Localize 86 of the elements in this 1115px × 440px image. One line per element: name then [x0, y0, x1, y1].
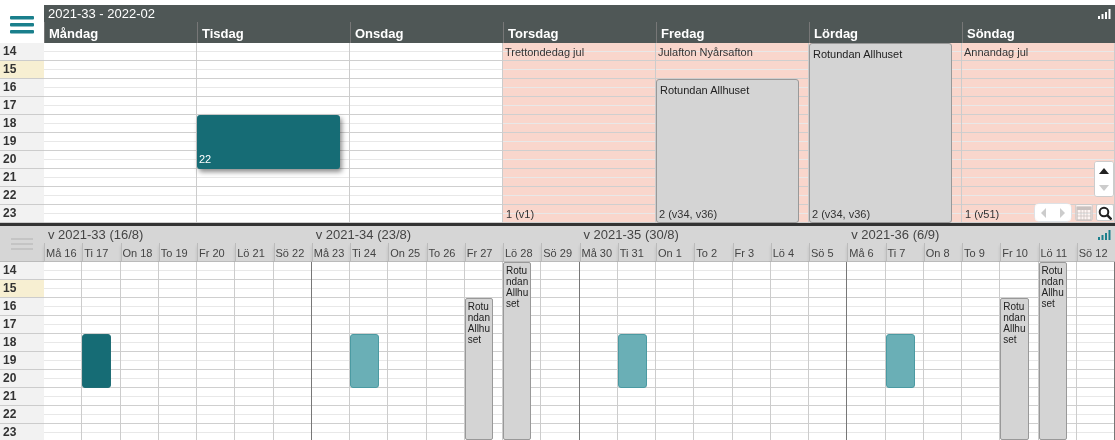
hour-label: 17	[0, 316, 44, 334]
day-header: Lö 21	[235, 243, 274, 262]
day-header: Tisdag	[197, 22, 350, 43]
hour-label: 23	[0, 424, 44, 440]
hour-label: 19	[0, 133, 44, 151]
day-header: On 25	[388, 243, 427, 262]
calendar-icon	[1076, 204, 1092, 221]
day-header: Söndag	[962, 22, 1115, 43]
day-header: Måndag	[44, 22, 197, 43]
week-count: 2 (v34, v36)	[659, 206, 718, 222]
holiday-name: Annandag jul	[964, 45, 1029, 60]
reserved-block[interactable]: Rotundan Allhuset	[503, 262, 532, 440]
triangle-right-icon	[1057, 206, 1067, 219]
week-label: v 2021-33 (16/8)	[48, 225, 144, 244]
day-header: Ti 7	[885, 243, 924, 262]
triangle-down-icon	[1098, 182, 1110, 193]
day-header: Ti 17	[82, 243, 121, 262]
search-button[interactable]	[1096, 204, 1114, 221]
hour-label: 21	[0, 169, 44, 187]
day-header: Fredag	[656, 22, 809, 43]
week-label: v 2021-36 (6/9)	[851, 225, 940, 244]
hour-label: 16	[0, 298, 44, 316]
hour-label: 20	[0, 370, 44, 388]
day-header: Lö 11	[1038, 243, 1077, 262]
day-header: Sö 5	[809, 243, 848, 262]
date-range-title: 2021-33 - 2022-02	[48, 4, 155, 23]
reserved-block[interactable]: Rotundan Allhuset	[1038, 262, 1067, 440]
day-header: Fr 20	[197, 243, 236, 262]
day-header: Sö 22	[273, 243, 312, 262]
day-header: On 8	[923, 243, 962, 262]
week-count: 1 (v51)	[965, 206, 1000, 222]
day-header: Må 16	[44, 243, 83, 262]
day-header: Onsdag	[350, 22, 503, 43]
day-header: To 2	[694, 243, 733, 262]
hour-label: 14	[0, 262, 44, 280]
hour-label: 14	[0, 43, 44, 61]
day-header: Lö 4	[770, 243, 809, 262]
hour-label: 16	[0, 79, 44, 97]
triangle-left-icon	[1039, 206, 1049, 219]
reserved-block[interactable]: Rotundan Allhuset	[1000, 298, 1029, 440]
statistics-button[interactable]	[1098, 229, 1111, 240]
day-header: To 19	[158, 243, 197, 262]
booking-count: 22	[199, 151, 212, 167]
hour-label: 15	[0, 280, 44, 298]
hour-label: 23	[0, 205, 44, 223]
day-header: Fr 3	[732, 243, 771, 262]
day-header: Sö 12	[1076, 243, 1115, 262]
day-header: Ti 31	[617, 243, 656, 262]
day-header: Må 23	[311, 243, 350, 262]
hour-label: 22	[0, 406, 44, 424]
day-header: On 1	[656, 243, 695, 262]
bar-chart-icon	[1098, 8, 1111, 19]
week-count: 2 (v34, v36)	[812, 206, 871, 222]
day-header: To 26	[426, 243, 465, 262]
week-label: v 2021-35 (30/8)	[583, 225, 679, 244]
day-header: Må 30	[579, 243, 618, 262]
reserved-block[interactable]: Rotundan Allhuset	[464, 298, 494, 440]
hour-label: 18	[0, 115, 44, 133]
day-header: Sö 29	[541, 243, 580, 262]
day-header: Ti 24	[350, 243, 389, 262]
week-count: 1 (v1)	[506, 206, 535, 222]
day-header: Torsdag	[503, 22, 656, 43]
day-header: Fr 27	[464, 243, 503, 262]
holiday-name: Trettondedag jul	[505, 45, 585, 60]
day-header: Fr 10	[1000, 243, 1039, 262]
search-icon	[1098, 205, 1112, 220]
day-header: Lö 28	[503, 243, 542, 262]
day-header: Må 6	[847, 243, 886, 262]
hour-label: 17	[0, 97, 44, 115]
hour-label: 15	[0, 61, 44, 79]
booking-block[interactable]	[350, 334, 380, 388]
day-header: Lördag	[809, 22, 962, 43]
hour-label: 21	[0, 388, 44, 406]
day-header: To 9	[962, 243, 1001, 262]
week-label: v 2021-34 (23/8)	[315, 225, 412, 244]
hour-label: 20	[0, 151, 44, 169]
holiday-name: Julafton Nyårsafton	[658, 45, 753, 60]
hour-label: 18	[0, 334, 44, 352]
statistics-button[interactable]	[1098, 8, 1111, 19]
booking-block[interactable]: 22	[197, 115, 340, 169]
menu-icon	[10, 15, 34, 34]
bar-chart-icon	[1098, 229, 1111, 240]
hour-label: 22	[0, 187, 44, 205]
booking-block[interactable]	[82, 334, 112, 388]
day-header: On 18	[120, 243, 159, 262]
hour-label: 19	[0, 352, 44, 370]
